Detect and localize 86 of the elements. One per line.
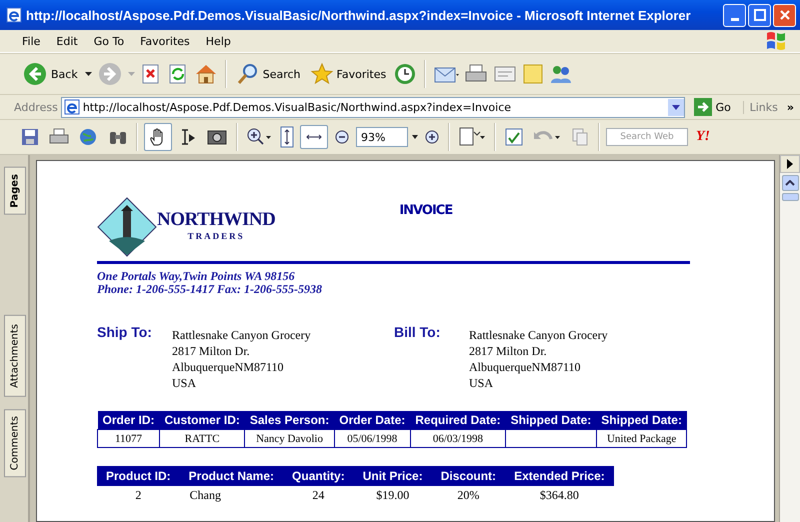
windows-logo-icon <box>764 30 788 52</box>
table-cell: $19.00 <box>354 486 432 505</box>
table-cell: RATTC <box>160 430 245 448</box>
yahoo-logo[interactable]: Y! <box>692 129 714 145</box>
browser-icon <box>6 7 22 23</box>
column-header: Unit Price: <box>354 466 432 486</box>
favorites-button[interactable]: Favorites <box>308 62 388 86</box>
address-label: Address <box>14 100 58 114</box>
caret-icon <box>672 104 680 110</box>
column-header: Extended Price: <box>505 466 614 486</box>
column-header: Sales Person: <box>244 411 334 430</box>
panel-toggle-icon[interactable] <box>780 155 800 173</box>
menu-item[interactable]: Favorites <box>132 34 198 48</box>
table-cell: 11077 <box>98 430 160 448</box>
column-header: Discount: <box>432 466 506 486</box>
bill-to-line: 2817 Milton Dr. <box>469 343 548 359</box>
address-field[interactable]: http://localhost/Aspose.Pdf.Demos.VisualBasic/Northwind.aspx?index=Invoice <box>60 96 685 118</box>
search-field[interactable]: Search Web <box>606 128 688 146</box>
table-cell: Nancy Davolio <box>244 430 334 448</box>
go-button[interactable]: Go <box>688 97 740 117</box>
caret-icon[interactable] <box>84 72 92 76</box>
page-icon <box>64 99 80 115</box>
ship-to-line: Rattlesnake Canyon Grocery <box>172 327 311 343</box>
side-tab[interactable]: Attachments <box>4 314 26 397</box>
minimize-button[interactable] <box>723 4 746 26</box>
bill-to-line: Rattlesnake Canyon Grocery <box>469 327 608 343</box>
invoice-title: INVOICE <box>399 203 452 218</box>
company-address: Phone: 1-206-555-1417 Fax: 1-206-555-5938 <box>97 283 323 296</box>
side-tab[interactable]: Pages <box>4 167 26 215</box>
table-cell: $364.80 <box>505 486 614 505</box>
table-cell: 2 <box>97 486 180 505</box>
fit-page-icon[interactable] <box>278 124 296 150</box>
ship-to-line: USA <box>172 375 198 391</box>
column-header: Required Date: <box>410 411 506 430</box>
column-header: Product ID: <box>97 466 180 486</box>
search-icon <box>236 62 260 86</box>
column-header: Order Date: <box>334 411 410 430</box>
lighthouse-logo-drawing <box>97 197 157 257</box>
maximize-button[interactable] <box>748 4 771 26</box>
table-cell: United Package <box>596 430 687 448</box>
column-header: Customer ID: <box>160 411 245 430</box>
back-button[interactable]: Back <box>20 61 80 87</box>
links-button[interactable]: Links <box>742 100 778 114</box>
table-cell: 24 <box>283 486 354 505</box>
ship-to-line: 2817 Milton Dr. <box>172 343 251 359</box>
more-button[interactable]: » <box>780 100 800 114</box>
table-cell: 05/06/1998 <box>334 430 410 448</box>
close-button[interactable] <box>773 4 796 26</box>
people-icon[interactable] <box>549 63 574 85</box>
search-button[interactable]: Search <box>234 62 303 86</box>
ship-to-label: Ship To: <box>97 324 153 342</box>
table-cell: Chang <box>180 486 284 505</box>
close-icon <box>778 9 790 21</box>
bill-to-line: USA <box>469 375 494 391</box>
fit-width-icon[interactable] <box>300 125 328 149</box>
chevron-up-icon <box>785 180 795 186</box>
menu-item[interactable]: Edit <box>48 34 86 48</box>
column-header: Shipped Date: <box>506 411 596 430</box>
scroll-up-button[interactable] <box>782 175 798 191</box>
column-header: Shipped Date: <box>596 411 687 430</box>
bill-to-line: AlbuquerqueNM87110 <box>469 359 582 375</box>
caret-icon[interactable] <box>412 135 418 139</box>
bill-to-label: Bill To: <box>394 324 442 342</box>
column-header: Quantity: <box>283 466 354 486</box>
home-icon[interactable] <box>194 63 218 85</box>
company-subtitle: TRADERS <box>188 231 245 241</box>
maximize-icon <box>754 9 766 21</box>
zoom-field[interactable]: 93% <box>356 127 408 147</box>
hand-tool-icon[interactable] <box>144 123 172 151</box>
column-header: Order ID: <box>98 411 160 430</box>
company-name: NORTHWIND <box>157 209 276 231</box>
menu-item[interactable]: Go To <box>86 34 132 48</box>
star-icon <box>310 62 334 86</box>
table-cell: 20% <box>432 486 506 505</box>
scrollbar-thumb[interactable] <box>782 193 798 201</box>
column-header: Product Name: <box>180 466 284 486</box>
side-tab[interactable]: Comments <box>4 408 26 477</box>
company-address: One Portals Way,Twin Points WA 98156 <box>97 270 296 283</box>
ship-to-line: AlbuquerqueNM87110 <box>172 359 285 375</box>
window-title: http://localhost/Aspose.Pdf.Demos.VisualBasic/Northwind.aspx?index=Invoice - Microsoft Internet Explorer <box>26 8 692 22</box>
minimize-icon <box>730 18 738 20</box>
menu-item[interactable]: File <box>14 34 48 48</box>
table-cell: 06/03/1998 <box>410 430 506 448</box>
dropdown-button[interactable] <box>668 98 684 116</box>
history-icon[interactable] <box>393 62 418 86</box>
menu-item[interactable]: Help <box>198 34 239 48</box>
